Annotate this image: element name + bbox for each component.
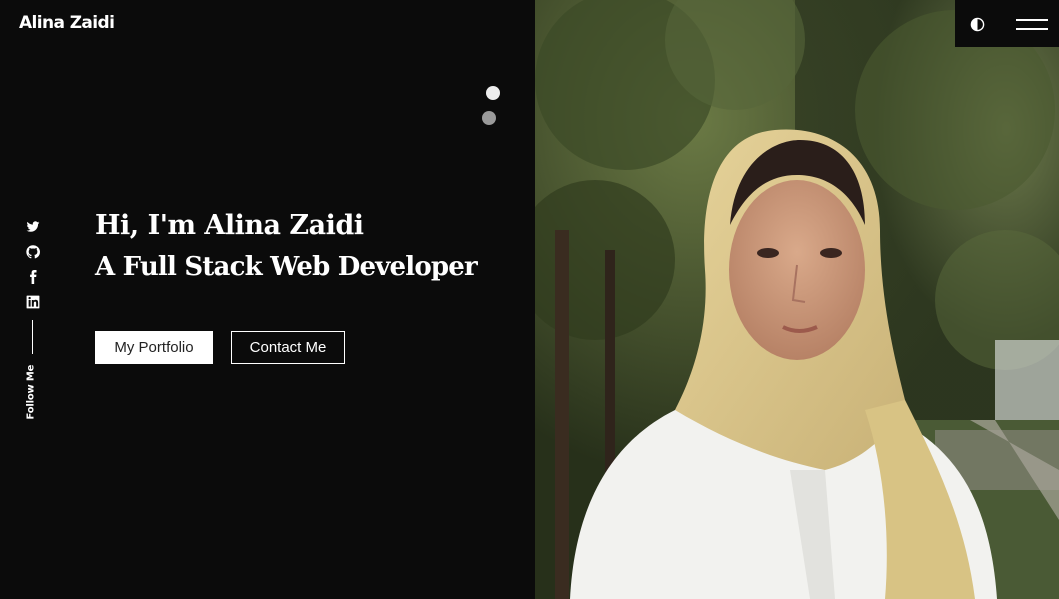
menu-bar-top xyxy=(1016,19,1048,21)
contact-me-button[interactable]: Contact Me xyxy=(231,331,345,364)
slide-dot-1[interactable] xyxy=(486,86,500,100)
site-logo[interactable]: Alina Zaidi xyxy=(19,13,115,33)
hero-greeting: Hi, I'm Alina Zaidi xyxy=(95,210,364,241)
left-panel: Alina Zaidi Follow Me Hi, I'm Alina Zaid… xyxy=(0,0,535,599)
my-portfolio-button[interactable]: My Portfolio xyxy=(95,331,213,364)
menu-bar-bottom xyxy=(1016,28,1048,30)
twitter-icon[interactable] xyxy=(24,220,42,238)
hero-headline: A Full Stack Web Developer xyxy=(95,252,478,282)
slider-dots xyxy=(482,84,500,134)
github-icon[interactable] xyxy=(24,245,42,263)
slide-dot-2[interactable] xyxy=(482,111,496,125)
social-links xyxy=(24,218,42,320)
linkedin-icon[interactable] xyxy=(24,295,42,313)
follow-divider xyxy=(32,320,33,354)
facebook-icon[interactable] xyxy=(24,270,42,288)
portrait-photo xyxy=(535,0,1059,599)
header-controls xyxy=(955,0,1059,47)
contrast-icon[interactable] xyxy=(970,17,985,32)
follow-me-label: Follow Me xyxy=(25,364,37,420)
hamburger-menu-icon[interactable] xyxy=(1016,17,1048,33)
